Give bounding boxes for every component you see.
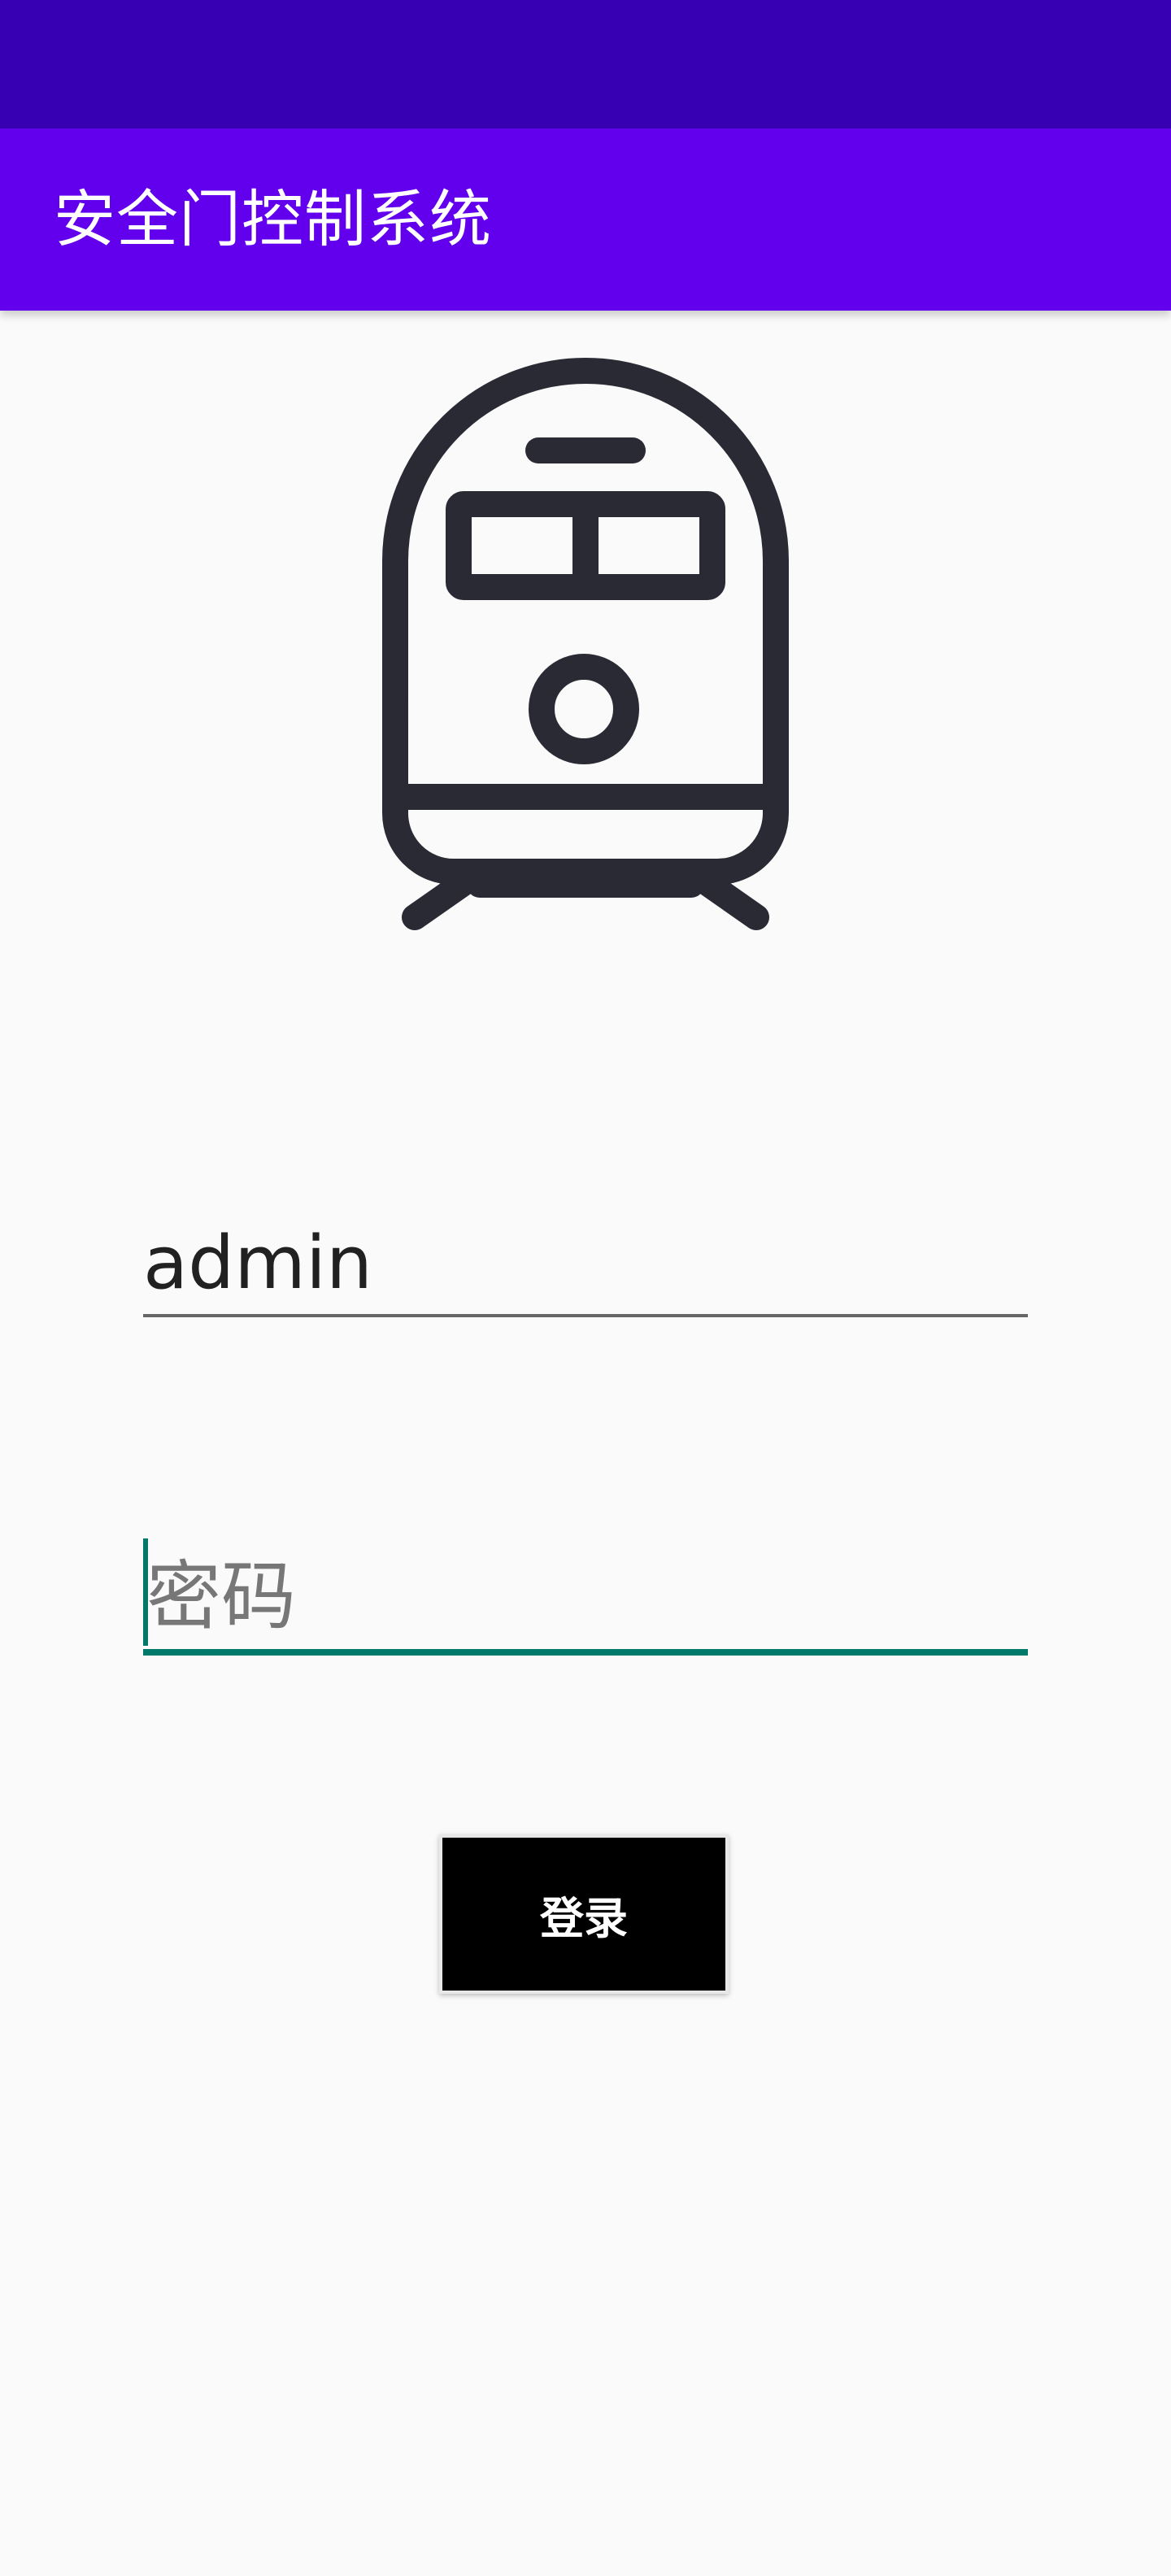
password-underline — [143, 1649, 1028, 1656]
app-title: 安全门控制系统 — [54, 183, 492, 255]
username-underline — [143, 1314, 1028, 1317]
app-bar: 安全门控制系统 — [0, 128, 1171, 311]
password-field[interactable]: 密码 — [143, 1529, 1028, 1656]
train-icon — [382, 358, 789, 943]
password-placeholder: 密码 — [146, 1553, 297, 1640]
login-button[interactable]: 登录 — [439, 1834, 729, 1994]
username-field[interactable]: admin — [143, 1203, 1028, 1317]
username-input-value[interactable]: admin — [143, 1221, 372, 1306]
status-bar — [0, 0, 1171, 128]
